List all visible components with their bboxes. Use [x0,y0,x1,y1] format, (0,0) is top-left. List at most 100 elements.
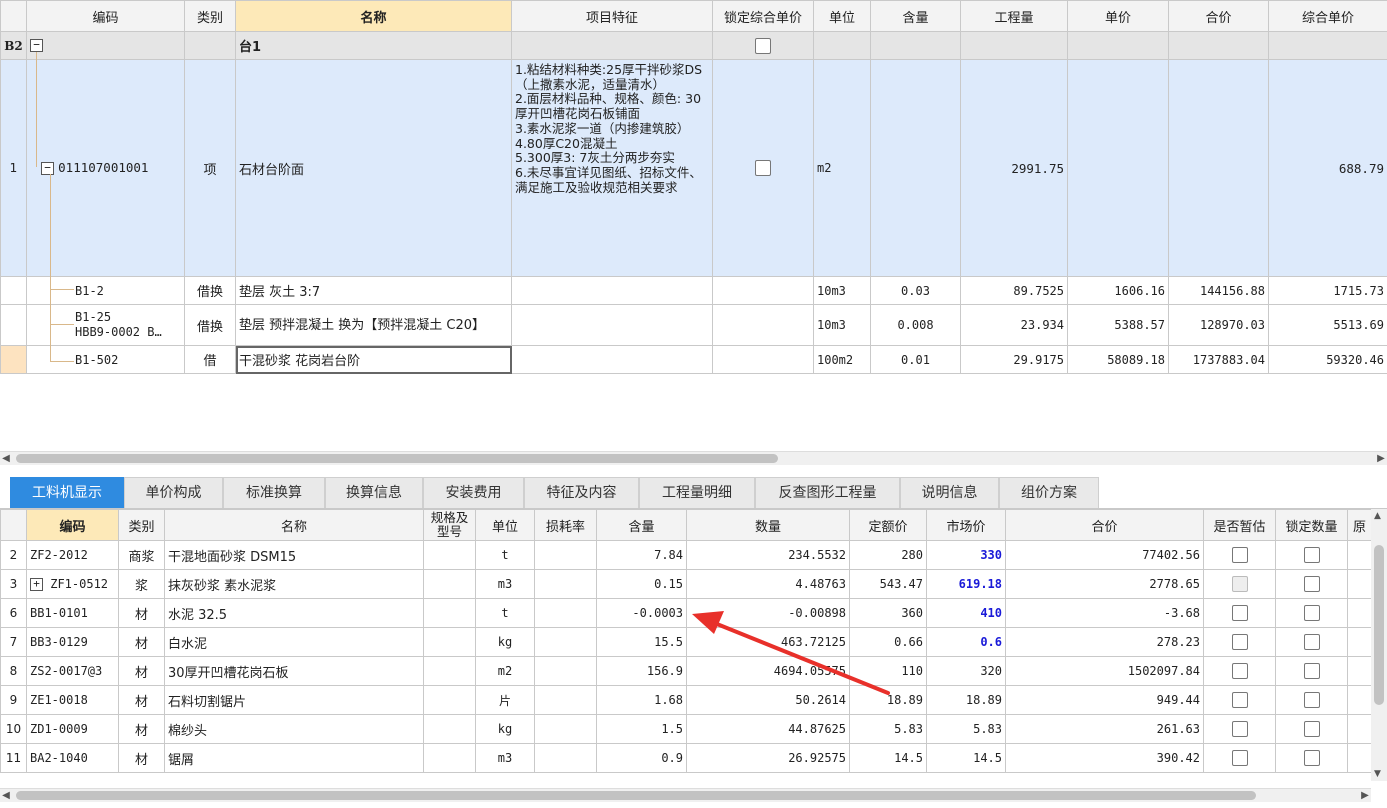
lock-qty-checkbox[interactable] [1303,663,1320,679]
type-cell[interactable]: 材 [118,743,165,773]
market-price-cell[interactable]: 320 [926,656,1006,686]
col-header-original[interactable]: 原 [1347,509,1372,541]
tab-labor-material[interactable]: 工料机显示 [10,477,124,508]
col-header-name[interactable]: 名称 [235,0,512,32]
content-cell[interactable]: 0.01 [870,345,961,374]
plus-box-icon[interactable]: + [30,578,43,591]
lock-qty-checkbox[interactable] [1303,692,1320,708]
table-row[interactable]: 11 BA2-1040 材锯屑 m3 0.9 26.92575 14.5 14.5 390.42 [0,743,1372,773]
base-price-cell[interactable]: 0.66 [849,627,927,657]
loss-rate-cell[interactable] [534,685,597,715]
market-price-cell[interactable]: 5.83 [926,714,1006,744]
tab-pricing-plan[interactable]: 组价方案 [999,477,1099,508]
lock-qty-checkbox[interactable] [1303,721,1320,737]
qty-cell[interactable]: 44.87625 [686,714,850,744]
provisional-checkbox[interactable] [1231,663,1248,679]
lock-qty-checkbox[interactable] [1303,576,1320,592]
col-header-lock-qty[interactable]: 锁定数量 [1275,509,1348,541]
col-header-features[interactable]: 项目特征 [511,0,713,32]
bottom-vertical-scrollbar[interactable]: ▲ ▼ [1371,509,1387,781]
code-cell[interactable]: ZF2-2012 [26,540,119,570]
total-cell[interactable]: 1737883.04 [1168,345,1269,374]
qty-cell[interactable]: 4.48763 [686,569,850,599]
total-cell[interactable]: 2778.65 [1005,569,1204,599]
content-cell[interactable]: -0.0003 [596,598,687,628]
provisional-checkbox[interactable] [1231,634,1248,650]
name-cell[interactable]: 石材台阶面 [235,59,512,277]
loss-rate-cell[interactable] [534,627,597,657]
market-price-cell[interactable]: 410 [926,598,1006,628]
col-header-price[interactable]: 单价 [1067,0,1169,32]
name-cell[interactable]: 干混地面砂浆 DSM15 [164,540,424,570]
tab-features[interactable]: 特征及内容 [524,477,639,508]
base-price-cell[interactable]: 360 [849,598,927,628]
group-name[interactable]: 台1 [235,31,512,60]
loss-rate-cell[interactable] [534,743,597,773]
unit-cell[interactable]: 10m3 [813,304,871,346]
market-price-cell[interactable]: 619.18 [926,569,1006,599]
table-row[interactable]: 1 − 011107001001 项 石材台阶面 1.粘结材料种类:25厚干拌砂… [0,59,1387,277]
comp-price-cell[interactable]: 5513.69 [1268,304,1387,346]
provisional-checkbox[interactable] [1231,576,1248,592]
base-price-cell[interactable]: 14.5 [849,743,927,773]
total-cell[interactable]: 949.44 [1005,685,1204,715]
col-header-loss-rate[interactable]: 损耗率 [534,509,597,541]
minus-box-icon[interactable]: − [41,162,54,175]
col-header-unit[interactable]: 单位 [475,509,535,541]
comp-price-cell[interactable]: 688.79 [1268,59,1387,277]
tab-price-composition[interactable]: 单价构成 [124,477,223,508]
unit-cell[interactable]: kg [475,714,535,744]
name-cell[interactable]: 垫层 灰土 3:7 [235,276,512,305]
total-cell[interactable]: 128970.03 [1168,304,1269,346]
content-cell[interactable]: 7.84 [596,540,687,570]
provisional-checkbox[interactable] [1231,750,1248,766]
tab-conversion-info[interactable]: 换算信息 [325,477,423,508]
qty-cell[interactable]: 50.2614 [686,685,850,715]
unit-cell[interactable]: t [475,540,535,570]
qty-cell[interactable]: 463.72125 [686,627,850,657]
scroll-left-icon[interactable]: ◀ [0,452,12,465]
name-cell[interactable]: 抹灰砂浆 素水泥浆 [164,569,424,599]
unit-cell[interactable]: t [475,598,535,628]
loss-rate-cell[interactable] [534,569,597,599]
name-cell[interactable]: 锯屑 [164,743,424,773]
qty-cell[interactable]: 26.92575 [686,743,850,773]
base-price-cell[interactable]: 543.47 [849,569,927,599]
code-cell[interactable]: BB1-0101 [26,598,119,628]
content-cell[interactable]: 1.5 [596,714,687,744]
unit-cell[interactable]: 10m3 [813,276,871,305]
code-cell[interactable]: ZS2-0017@3 [26,656,119,686]
col-header-quantity[interactable]: 工程量 [960,0,1068,32]
qty-cell[interactable]: 234.5532 [686,540,850,570]
type-cell[interactable]: 借 [184,345,236,374]
type-cell[interactable]: 材 [118,685,165,715]
spec-cell[interactable] [423,598,476,628]
tab-description[interactable]: 说明信息 [900,477,999,508]
tab-standard-conversion[interactable]: 标准换算 [223,477,325,508]
col-header-type[interactable]: 类别 [118,509,165,541]
lock-qty-checkbox[interactable] [1303,634,1320,650]
top-horizontal-scrollbar[interactable]: ◀ ▶ [0,451,1387,465]
loss-rate-cell[interactable] [534,656,597,686]
lock-price-checkbox[interactable] [755,37,771,54]
code-cell[interactable]: ZE1-0018 [26,685,119,715]
comp-price-cell[interactable]: 59320.46 [1268,345,1387,374]
base-price-cell[interactable]: 110 [849,656,927,686]
col-header-unit[interactable]: 单位 [813,0,871,32]
spec-cell[interactable] [423,685,476,715]
col-header-lock-price[interactable]: 锁定综合单价 [712,0,814,32]
spec-cell[interactable] [423,569,476,599]
type-cell[interactable]: 材 [118,714,165,744]
col-header-type[interactable]: 类别 [184,0,236,32]
base-price-cell[interactable]: 5.83 [849,714,927,744]
table-row[interactable]: 2 ZF2-2012 商浆 干混地面砂浆 DSM15 t 7.84 234.5532 280 3… [0,540,1372,570]
name-cell[interactable]: 石料切割锯片 [164,685,424,715]
table-row[interactable]: B1-2 借换 垫层 灰土 3:7 10m3 0.03 89.7525 1606… [0,276,1387,305]
type-cell[interactable]: 商浆 [118,540,165,570]
lock-qty-checkbox[interactable] [1303,750,1320,766]
content-cell[interactable]: 1.68 [596,685,687,715]
total-cell[interactable]: 390.42 [1005,743,1204,773]
total-cell[interactable]: -3.68 [1005,598,1204,628]
scroll-up-icon[interactable]: ▲ [1374,511,1381,521]
content-cell[interactable]: 156.9 [596,656,687,686]
